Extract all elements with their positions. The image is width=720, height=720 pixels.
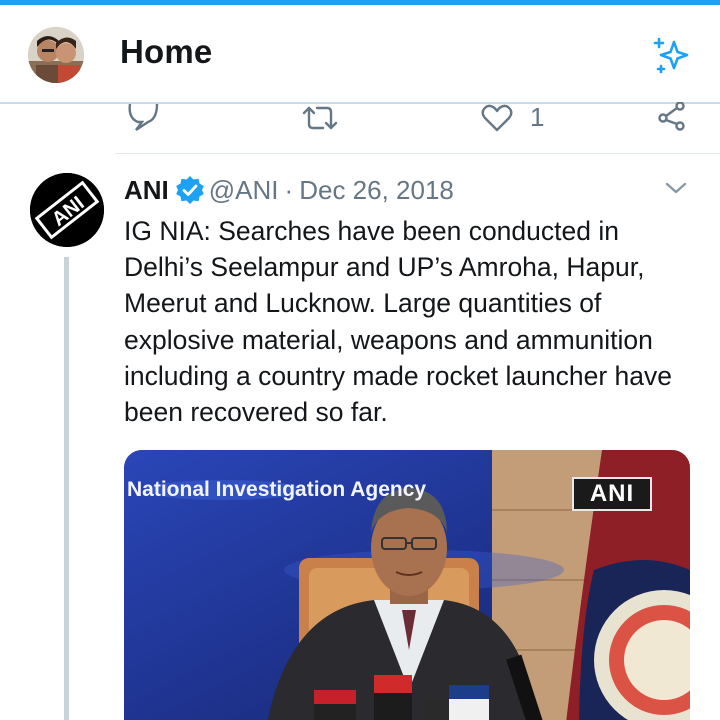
verified-badge-icon <box>175 175 205 205</box>
media-watermark: ANI <box>572 477 652 511</box>
meta-separator: · <box>284 175 294 205</box>
author-name[interactable]: ANI <box>124 175 169 205</box>
tweet-date[interactable]: Dec 26, 2018 <box>299 175 454 205</box>
like-icon[interactable] <box>480 104 514 134</box>
tweet-card[interactable]: ANI ANI @ANI · Dec 26, 2018 IG NIA: Searche… <box>0 155 720 720</box>
tweet-header: ANI @ANI · Dec 26, 2018 <box>124 175 454 209</box>
share-icon[interactable] <box>656 102 690 132</box>
profile-avatar[interactable] <box>28 27 84 83</box>
page-title: Home <box>120 33 213 70</box>
author-avatar[interactable]: ANI <box>30 173 104 247</box>
sparkle-icon[interactable] <box>650 33 694 77</box>
tweet-media-image[interactable]: National Investigation Agency ANI <box>124 450 690 720</box>
tweet-divider <box>115 153 720 154</box>
like-count: 1 <box>530 102 545 132</box>
previous-tweet-actions: 1 <box>0 102 720 154</box>
thread-line <box>64 257 69 720</box>
tweet-text: IG NIA: Searches have been conducted in … <box>124 216 672 428</box>
reply-icon[interactable] <box>126 104 160 134</box>
author-handle[interactable]: @ANI <box>209 175 279 205</box>
chevron-down-icon[interactable] <box>664 179 688 197</box>
app-header: Home <box>0 5 720 103</box>
retweet-icon[interactable] <box>302 104 338 134</box>
media-banner-text: National Investigation Agency <box>127 478 427 501</box>
